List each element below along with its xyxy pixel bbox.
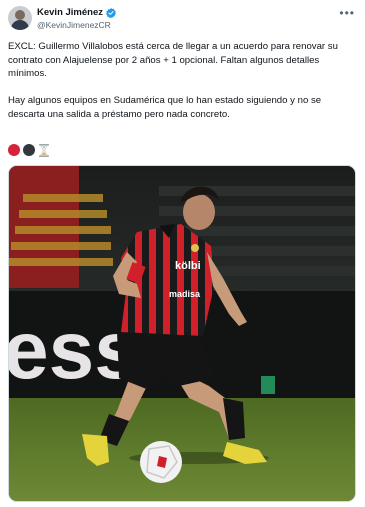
player-photo: ess kölbi madisa	[9, 166, 355, 501]
hourglass-icon	[39, 143, 49, 157]
more-options-icon[interactable]: •••	[339, 6, 355, 20]
shirt-sponsor-text: madisa	[169, 289, 201, 299]
verified-badge-icon	[106, 7, 116, 18]
author-names: Kevin Jiménez @KevinJimenezCR	[37, 6, 116, 30]
emoji-row	[8, 143, 50, 157]
tweet-paragraph: Hay algunos equipos en Sudamérica que lo…	[8, 95, 322, 120]
tweet-header: Kevin Jiménez @KevinJimenezCR •••	[8, 6, 357, 32]
tweet-text: EXCL: Guillermo Villalobos está cerca de…	[8, 40, 357, 121]
author-handle[interactable]: @KevinJimenezCR	[37, 20, 116, 30]
red-circle-icon	[8, 144, 20, 156]
author-display-name[interactable]: Kevin Jiménez	[37, 7, 103, 18]
tweet-photo[interactable]: ess kölbi madisa	[8, 165, 356, 502]
avatar[interactable]	[8, 6, 32, 30]
shirt-brand-text: kölbi	[175, 260, 201, 272]
tweet-paragraph: EXCL: Guillermo Villalobos está cerca de…	[8, 41, 338, 79]
black-circle-icon	[23, 144, 35, 156]
